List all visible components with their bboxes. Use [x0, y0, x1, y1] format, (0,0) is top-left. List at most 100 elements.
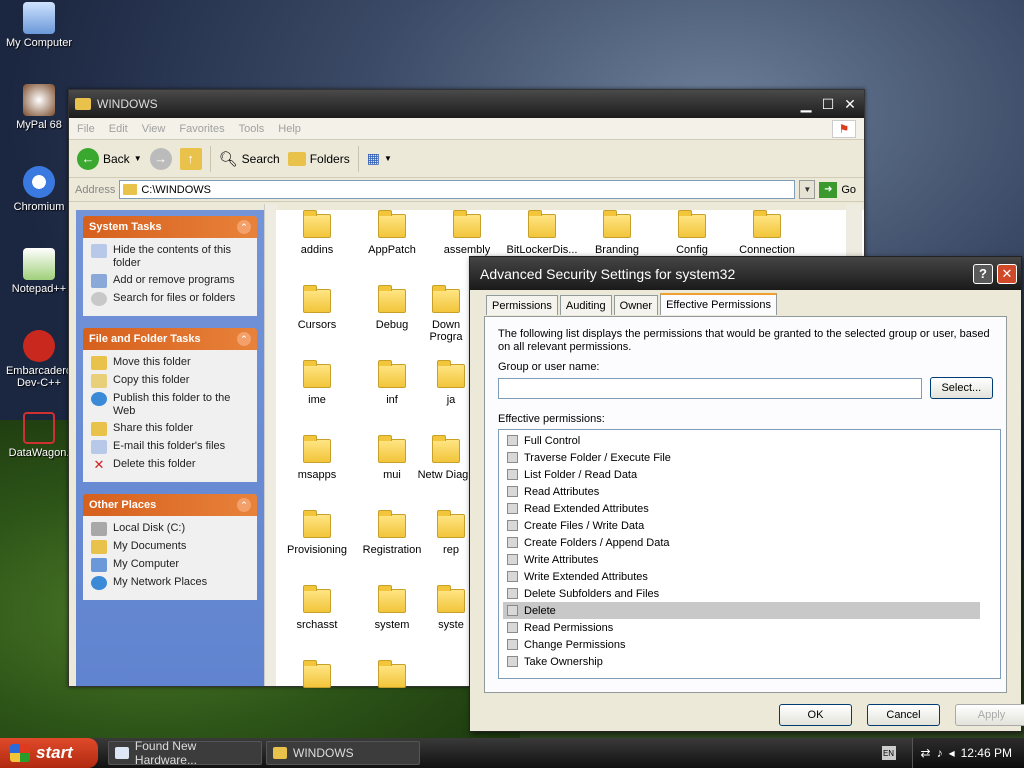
file-folder-tasks-header[interactable]: File and Folder Tasks ⌃: [83, 328, 257, 350]
close-button[interactable]: ✕: [840, 94, 860, 114]
security-dialog[interactable]: Advanced Security Settings for system32 …: [469, 256, 1024, 732]
place-local-disk[interactable]: Local Disk (C:): [91, 522, 249, 536]
task-email-files[interactable]: E-mail this folder's files: [91, 440, 249, 454]
volume-tray-icon[interactable]: ◂: [949, 746, 955, 760]
permission-row[interactable]: List Folder / Read Data: [503, 466, 980, 483]
task-search-files[interactable]: Search for files or folders: [91, 292, 249, 306]
explorer-titlebar[interactable]: WINDOWS ▁ ☐ ✕: [69, 90, 864, 118]
permission-row[interactable]: Full Control: [503, 432, 980, 449]
start-button[interactable]: start: [0, 738, 98, 768]
folder-item[interactable]: Branding: [581, 210, 653, 256]
network-tray-icon[interactable]: ⇄: [921, 746, 931, 760]
taskbar-item-windows[interactable]: WINDOWS: [266, 741, 420, 765]
folder-item[interactable]: rep: [431, 510, 471, 556]
task-add-remove-programs[interactable]: Add or remove programs: [91, 274, 249, 288]
task-share-folder[interactable]: Share this folder: [91, 422, 249, 436]
folder-item[interactable]: assembly: [431, 210, 503, 256]
folder-item[interactable]: addins: [281, 210, 353, 256]
permission-row[interactable]: Traverse Folder / Execute File: [503, 449, 980, 466]
select-button[interactable]: Select...: [929, 377, 993, 399]
folder-item[interactable]: AppPatch: [356, 210, 428, 256]
permission-row[interactable]: Change Permissions: [503, 636, 980, 653]
go-button[interactable]: ➜ Go: [819, 181, 856, 198]
desktop-icon-datawagon[interactable]: DataWagon.: [0, 412, 78, 459]
collapse-chevron-icon[interactable]: ⌃: [237, 332, 251, 346]
address-input[interactable]: C:\WINDOWS: [119, 180, 796, 199]
permission-row[interactable]: Delete Subfolders and Files: [503, 585, 980, 602]
folder-item[interactable]: Provisioning: [281, 510, 353, 556]
place-my-computer[interactable]: My Computer: [91, 558, 249, 572]
folder-item[interactable]: inf: [356, 360, 428, 406]
other-places-header[interactable]: Other Places ⌃: [83, 494, 257, 516]
place-my-documents[interactable]: My Documents: [91, 540, 249, 554]
menu-edit[interactable]: Edit: [109, 123, 128, 135]
search-button[interactable]: 🔍︎ Search: [219, 150, 280, 168]
forward-button[interactable]: →: [149, 147, 172, 170]
folder-item[interactable]: Connection: [731, 210, 803, 256]
folder-item[interactable]: ja: [431, 360, 471, 406]
task-hide-contents[interactable]: Hide the contents of this folder: [91, 244, 249, 270]
permission-row[interactable]: Read Extended Attributes: [503, 500, 980, 517]
menu-favorites[interactable]: Favorites: [179, 123, 224, 135]
folder-item[interactable]: srchasst: [281, 585, 353, 631]
desktop-icon-chromium[interactable]: Chromium: [0, 166, 78, 213]
folder-item[interactable]: [281, 660, 353, 694]
folder-item[interactable]: [356, 660, 428, 694]
folder-item[interactable]: syste: [431, 585, 471, 631]
menu-file[interactable]: File: [77, 123, 95, 135]
system-tasks-header[interactable]: System Tasks ⌃: [83, 216, 257, 238]
up-folder-button[interactable]: ↑: [179, 147, 202, 170]
minimize-button[interactable]: ▁: [796, 94, 816, 114]
desktop-icon-mypal[interactable]: MyPal 68: [0, 84, 78, 131]
permission-row[interactable]: Create Folders / Append Data: [503, 534, 980, 551]
folder-item[interactable]: BitLockerDis...: [506, 210, 578, 256]
ok-button[interactable]: OK: [779, 704, 852, 726]
permission-row[interactable]: Create Files / Write Data: [503, 517, 980, 534]
menu-help[interactable]: Help: [278, 123, 301, 135]
address-dropdown-button[interactable]: ▼: [799, 180, 816, 199]
collapse-chevron-icon[interactable]: ⌃: [237, 498, 251, 512]
task-delete-folder[interactable]: ✕ Delete this folder: [91, 458, 249, 472]
folder-item[interactable]: msapps: [281, 435, 353, 481]
permission-row-selected[interactable]: Delete: [503, 602, 980, 619]
menu-view[interactable]: View: [142, 123, 166, 135]
task-move-folder[interactable]: Move this folder: [91, 356, 249, 370]
task-copy-folder[interactable]: Copy this folder: [91, 374, 249, 388]
dialog-close-button[interactable]: ✕: [997, 263, 1017, 284]
folder-item[interactable]: ime: [281, 360, 353, 406]
place-network-places[interactable]: My Network Places: [91, 576, 249, 590]
permissions-list[interactable]: Full Control Traverse Folder / Execute F…: [498, 429, 1001, 679]
tab-auditing[interactable]: Auditing: [559, 295, 612, 315]
desktop-icon-notepad[interactable]: Notepad++: [0, 248, 78, 295]
folder-item[interactable]: Registration: [356, 510, 428, 556]
group-name-input[interactable]: [498, 377, 922, 399]
folder-item[interactable]: Config: [656, 210, 728, 256]
permission-row[interactable]: Read Attributes: [503, 483, 980, 500]
folder-item[interactable]: system: [356, 585, 428, 631]
dialog-titlebar[interactable]: Advanced Security Settings for system32 …: [470, 257, 1021, 290]
views-button[interactable]: ▦ ▼: [367, 150, 392, 167]
back-button[interactable]: ← Back ▼: [77, 147, 142, 170]
safely-remove-tray-icon[interactable]: ♪: [937, 746, 943, 760]
tab-effective-permissions[interactable]: Effective Permissions: [660, 293, 778, 315]
permission-row[interactable]: Take Ownership: [503, 653, 980, 670]
desktop-icon-devcpp[interactable]: Embarcadero Dev-C++: [0, 330, 78, 389]
collapse-chevron-icon[interactable]: ⌃: [237, 220, 251, 234]
tab-owner[interactable]: Owner: [613, 295, 659, 315]
apply-button[interactable]: Apply: [955, 704, 1024, 726]
permission-row[interactable]: Write Extended Attributes: [503, 568, 980, 585]
help-button[interactable]: ?: [973, 263, 993, 284]
folder-item[interactable]: Down Progra: [416, 285, 476, 343]
permission-row[interactable]: Read Permissions: [503, 619, 980, 636]
tab-permissions[interactable]: Permissions: [486, 295, 558, 315]
clock[interactable]: 12:46 PM: [961, 746, 1012, 760]
language-indicator[interactable]: EN: [881, 746, 896, 760]
back-dropdown-icon[interactable]: ▼: [134, 154, 142, 163]
folder-item[interactable]: Cursors: [281, 285, 353, 331]
taskbar-item-found-new-hardware[interactable]: Found New Hardware...: [108, 739, 262, 767]
task-publish-web[interactable]: Publish this folder to the Web: [91, 392, 249, 418]
menu-tools[interactable]: Tools: [239, 123, 265, 135]
folder-item[interactable]: Netw Diagn: [416, 435, 476, 481]
permission-row[interactable]: Write Attributes: [503, 551, 980, 568]
maximize-button[interactable]: ☐: [818, 94, 838, 114]
